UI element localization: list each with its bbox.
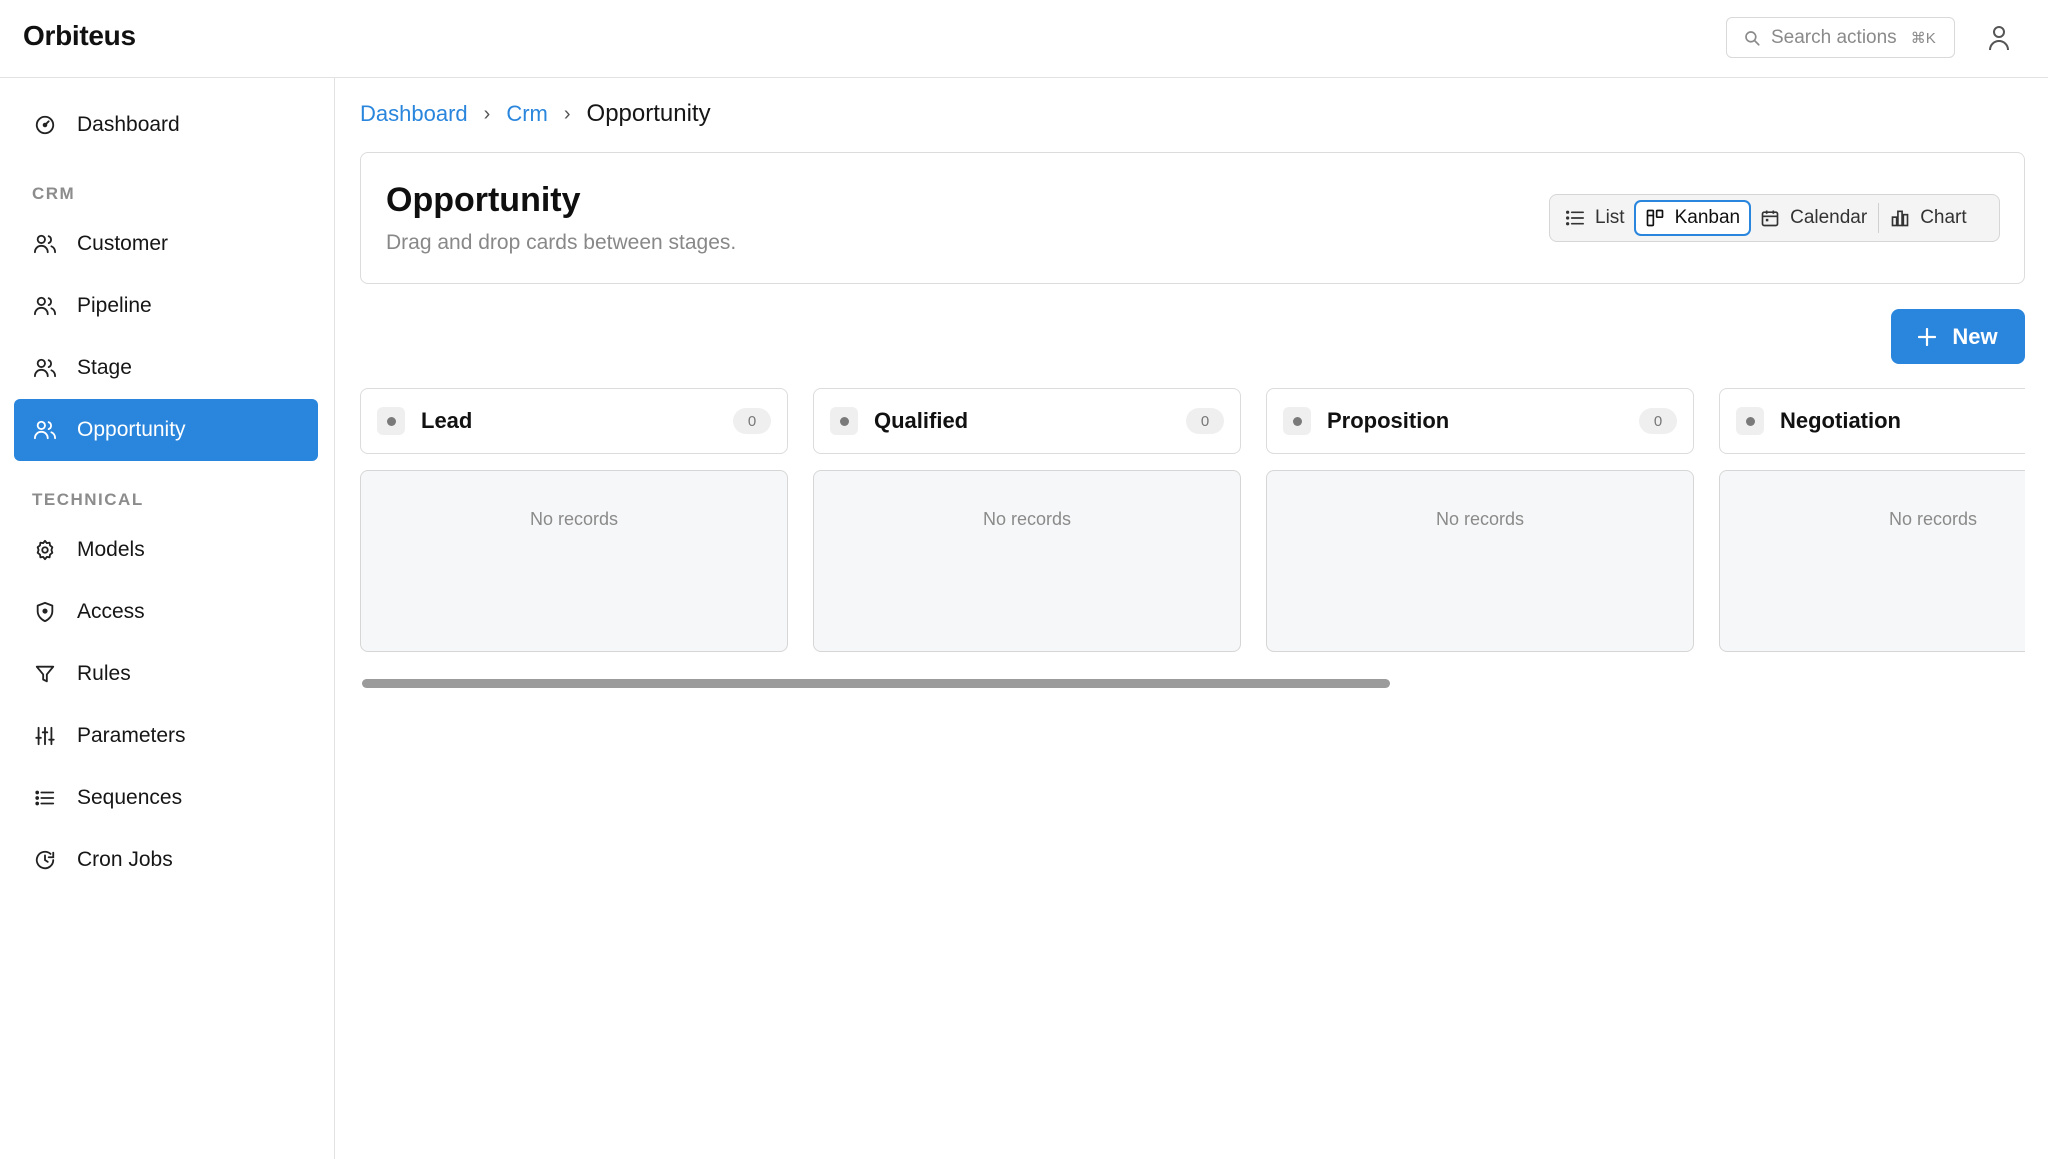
view-list-label: List xyxy=(1595,207,1625,228)
kanban-column-header: Qualified 0 xyxy=(813,388,1241,454)
empty-state-text: No records xyxy=(982,509,1072,529)
chevron-right-icon: › xyxy=(483,102,491,125)
new-button-label: New xyxy=(1952,323,1998,349)
view-calendar-button[interactable]: Calendar xyxy=(1751,200,1876,236)
sidebar-item-dashboard[interactable]: Dashboard xyxy=(14,94,318,156)
bar-chart-icon xyxy=(1891,210,1909,227)
list-icon xyxy=(32,785,58,811)
search-placeholder: Search actions xyxy=(1771,26,1897,48)
breadcrumb-link-dashboard[interactable]: Dashboard xyxy=(360,101,468,127)
kanban-column-header: Negotiation 0 xyxy=(1719,388,2025,454)
list-icon xyxy=(1566,210,1584,226)
sidebar-item-stage[interactable]: Stage xyxy=(14,337,318,399)
kanban-column-title: Lead xyxy=(421,408,473,433)
shield-icon xyxy=(32,599,58,625)
user-menu-button[interactable] xyxy=(1985,22,2013,54)
kanban-column-dropzone[interactable]: No records xyxy=(360,470,788,652)
view-chart-label: Chart xyxy=(1920,207,1967,228)
kanban-column-title: Qualified xyxy=(874,408,969,433)
sidebar-item-pipeline[interactable]: Pipeline xyxy=(14,275,318,337)
stage-dot-icon xyxy=(1736,407,1764,435)
search-actions-input[interactable]: Search actions ⌘K xyxy=(1726,17,1955,58)
dashboard-icon xyxy=(32,112,58,138)
users-icon xyxy=(32,355,58,381)
empty-state-text: No records xyxy=(1435,509,1525,529)
view-kanban-button[interactable]: Kanban xyxy=(1633,200,1752,236)
section-label-crm: CRM xyxy=(32,184,76,203)
search-icon xyxy=(1745,30,1760,46)
sidebar-item-label: Cron Jobs xyxy=(77,848,173,871)
kanban-column-header: Lead 0 xyxy=(360,388,788,454)
users-icon xyxy=(32,293,58,319)
page-header-card: Opportunity Drag and drop cards between … xyxy=(360,152,2025,284)
sidebar-item-label: Parameters xyxy=(77,724,186,747)
sidebar: Dashboard CRM Customer Pipeline Stage Op… xyxy=(0,78,335,1159)
sidebar-item-label: Sequences xyxy=(77,786,183,809)
kanban-column-title: Negotiation xyxy=(1780,408,1901,433)
view-divider xyxy=(1878,203,1880,233)
sidebar-item-label: Pipeline xyxy=(77,294,152,317)
breadcrumb-link-crm[interactable]: Crm xyxy=(506,101,548,127)
sidebar-item-access[interactable]: Access xyxy=(14,581,318,643)
kanban-column-count: 0 xyxy=(1639,408,1677,434)
kanban-board: Lead 0 No records Qualified 0 No records… xyxy=(360,388,2025,688)
kanban-column-dropzone[interactable]: No records xyxy=(813,470,1241,652)
stage-dot-icon xyxy=(377,407,405,435)
sidebar-item-opportunity[interactable]: Opportunity xyxy=(14,399,318,461)
kanban-icon xyxy=(1646,209,1663,227)
breadcrumb-current: Opportunity xyxy=(586,100,711,127)
empty-state-text: No records xyxy=(529,509,619,529)
calendar-icon xyxy=(1761,210,1779,227)
kanban-column-dropzone[interactable]: No records xyxy=(1719,470,2025,652)
view-list-button[interactable]: List xyxy=(1556,200,1634,236)
sidebar-item-label: Dashboard xyxy=(77,113,180,136)
sidebar-item-label: Customer xyxy=(77,232,169,255)
breadcrumb: Dashboard › Crm › Opportunity xyxy=(360,100,711,128)
sidebar-item-cron-jobs[interactable]: Cron Jobs xyxy=(14,829,318,891)
sidebar-item-parameters[interactable]: Parameters xyxy=(14,705,318,767)
sidebar-item-customer[interactable]: Customer xyxy=(14,213,318,275)
app-brand[interactable]: Orbiteus xyxy=(23,20,136,52)
stage-dot-icon xyxy=(1283,407,1311,435)
view-calendar-label: Calendar xyxy=(1790,207,1868,228)
empty-state-text: No records xyxy=(1888,509,1978,529)
horizontal-scrollbar[interactable] xyxy=(362,679,1390,688)
kanban-column-title: Proposition xyxy=(1327,408,1450,433)
view-switcher: List Kanban Calendar Chart xyxy=(1549,194,2000,242)
top-bar: Orbiteus Search actions ⌘K xyxy=(0,0,2048,78)
kanban-column-header: Proposition 0 xyxy=(1266,388,1694,454)
plus-icon xyxy=(1918,327,1937,346)
page-subtitle: Drag and drop cards between stages. xyxy=(386,231,737,254)
chevron-right-icon: › xyxy=(563,102,571,125)
sidebar-item-label: Stage xyxy=(77,356,132,379)
new-record-button[interactable]: New xyxy=(1891,309,2025,364)
page-title: Opportunity xyxy=(386,181,581,219)
sidebar-item-label: Opportunity xyxy=(77,418,186,441)
kanban-column-count: 0 xyxy=(733,408,771,434)
view-kanban-label: Kanban xyxy=(1674,207,1741,228)
sidebar-item-label: Access xyxy=(77,600,145,623)
sidebar-item-sequences[interactable]: Sequences xyxy=(14,767,318,829)
users-icon xyxy=(32,417,58,443)
sidebar-item-rules[interactable]: Rules xyxy=(14,643,318,705)
kanban-column-count: 0 xyxy=(1186,408,1224,434)
section-label-technical: TECHNICAL xyxy=(32,490,144,509)
clock-icon xyxy=(32,847,58,873)
users-icon xyxy=(32,231,58,257)
gear-icon xyxy=(32,537,58,563)
filter-icon xyxy=(32,661,58,687)
stage-dot-icon xyxy=(830,407,858,435)
sidebar-item-models[interactable]: Models xyxy=(14,519,318,581)
sliders-icon xyxy=(32,723,58,749)
kanban-column-dropzone[interactable]: No records xyxy=(1266,470,1694,652)
user-icon xyxy=(1989,26,2009,51)
search-shortcut: ⌘K xyxy=(1910,29,1936,47)
sidebar-item-label: Models xyxy=(77,538,145,561)
view-chart-button[interactable]: Chart xyxy=(1881,200,1975,236)
sidebar-item-label: Rules xyxy=(77,662,131,685)
